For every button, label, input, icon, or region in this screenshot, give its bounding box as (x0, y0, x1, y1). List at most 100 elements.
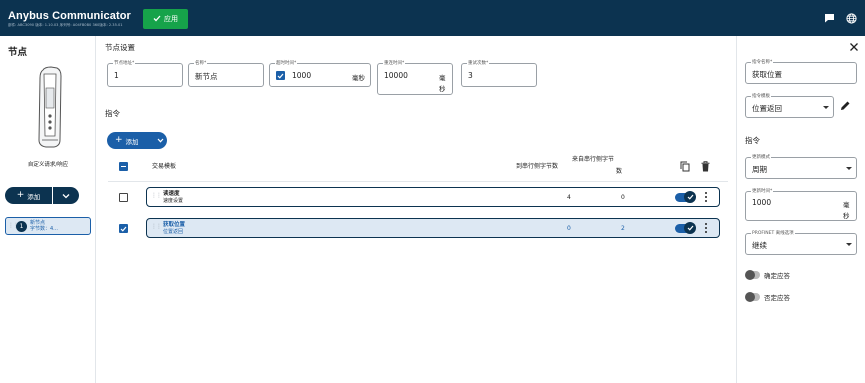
chevron-down-icon (157, 138, 163, 143)
more-options-icon[interactable] (703, 223, 709, 233)
field-unit: 毫 (843, 201, 850, 209)
field-label: 超时时间* (275, 60, 298, 66)
app-title: Anybus Communicator (8, 10, 131, 22)
dropdown-caret-icon (823, 106, 829, 109)
main-panel: 节点设置 节点地址* 1 名称* 新节点 超时时间* 1000 毫秒 重连时间*… (97, 36, 736, 383)
profinet-offline-select[interactable]: PROFINET 离线选项 继续 (745, 230, 857, 255)
dropdown-caret-icon (846, 167, 852, 170)
node-settings-title: 节点设置 (105, 43, 135, 52)
toggle-knob (745, 270, 755, 280)
column-template-header: 交易模板 (152, 163, 177, 170)
node-list-item[interactable]: ⋮⋮ 1 新节点 字节数：4... (5, 217, 91, 235)
apply-button[interactable]: 应用 (143, 9, 188, 29)
add-instruction-dropdown[interactable] (153, 138, 167, 143)
row-enable-toggle[interactable] (675, 222, 696, 234)
add-node-group: + 添加 (5, 187, 79, 204)
drag-handle-icon[interactable]: ⋮⋮ (151, 193, 162, 199)
app-version-info: 部件: ABC3090 版本: 1.10.03 序列号: A04FB0B0 36… (8, 23, 123, 27)
row-enable-toggle[interactable] (675, 191, 696, 203)
instructions-title: 指令 (105, 109, 120, 118)
column-from-serial-header: 来自串行侧字节 (572, 156, 615, 163)
row-template: 速度设置 (163, 198, 184, 204)
retry-count-field[interactable]: 重试次数* 3 (461, 60, 537, 87)
apply-label: 应用 (164, 15, 178, 23)
plus-icon: + (16, 190, 25, 200)
timeout-field[interactable]: 超时时间* 1000 毫秒 (269, 60, 371, 87)
minus-icon (121, 165, 126, 168)
toggle-knob (745, 292, 755, 302)
field-value: 继续 (752, 241, 767, 250)
row-name: 读速度 (163, 191, 180, 197)
more-options-icon[interactable] (703, 192, 709, 202)
table-row-selected[interactable]: ⋮⋮ 获取位置 位置返回 0 2 (146, 218, 720, 238)
row-from-serial: 0 (621, 194, 625, 201)
field-label: 指令模板 (751, 93, 771, 99)
ack-toggle[interactable] (745, 270, 760, 280)
divider (108, 181, 728, 182)
instruction-template-select[interactable]: 指令模板 位置返回 (745, 93, 834, 118)
field-value: 1 (114, 71, 119, 80)
field-value: 3 (468, 71, 473, 80)
node-address-field[interactable]: 节点地址* 1 (107, 60, 183, 87)
row-from-serial: 2 (621, 225, 625, 232)
nodes-title: 节点 (8, 47, 28, 58)
field-unit: 毫秒 (352, 74, 365, 82)
column-from-serial-header-2: 数 (616, 168, 623, 175)
field-value: 1000 (752, 198, 772, 207)
node-detail: 字节数：4... (30, 226, 58, 232)
edit-pencil-icon[interactable] (839, 100, 853, 114)
field-label: PROFINET 离线选项 (751, 230, 795, 236)
device-illustration (33, 66, 65, 148)
close-icon[interactable] (849, 42, 859, 52)
field-label: 节点地址* (113, 60, 136, 66)
nack-toggle[interactable] (745, 292, 760, 302)
field-label: 重试次数* (467, 60, 490, 66)
add-instruction-label: 添加 (125, 137, 139, 146)
row-checkbox[interactable] (119, 224, 128, 233)
field-value: 1000 (292, 71, 312, 80)
row-checkbox[interactable] (119, 193, 128, 202)
nodes-panel: 节点 自定义请求/响应 + 添加 ⋮⋮ 1 新节点 字节数：4... (0, 36, 96, 383)
app-header: Anybus Communicator 部件: ABC3090 版本: 1.10… (0, 0, 865, 36)
field-label: 重连时间* (383, 60, 406, 66)
device-label: 自定义请求/响应 (27, 162, 69, 168)
drag-handle-icon[interactable]: ⋮⋮ (151, 224, 162, 230)
chevron-down-icon (62, 193, 70, 198)
toggle-knob (684, 222, 696, 234)
update-mode-select[interactable]: 更新模式 周期 (745, 154, 857, 179)
timeout-checkbox[interactable] (276, 71, 285, 80)
field-value: 位置返回 (752, 104, 782, 113)
globe-icon[interactable] (845, 12, 857, 24)
copy-icon[interactable] (680, 161, 690, 174)
table-row[interactable]: ⋮⋮ 读速度 速度设置 4 0 (146, 187, 720, 207)
add-node-button[interactable]: + 添加 (5, 187, 52, 204)
reconnect-time-field[interactable]: 重连时间* 10000 毫 秒 (377, 60, 453, 95)
add-node-label: 添加 (27, 192, 41, 201)
node-name-field[interactable]: 名称* 新节点 (188, 60, 264, 87)
chat-icon[interactable] (823, 12, 835, 24)
instruction-name-field[interactable]: 指令名称* 获取位置 (745, 59, 857, 84)
field-label: 指令名称* (751, 59, 774, 65)
add-node-dropdown[interactable] (53, 187, 79, 204)
check-icon (277, 73, 284, 79)
row-to-serial: 4 (567, 194, 571, 201)
row-template: 位置返回 (163, 229, 184, 235)
field-label: 更新模式 (751, 154, 771, 160)
field-unit: 秒 (439, 85, 446, 93)
update-time-field[interactable]: 更新时间* 1000 毫 秒 (745, 188, 857, 221)
check-icon (687, 225, 693, 231)
trash-icon[interactable] (701, 161, 710, 174)
add-instruction-main[interactable]: + 添加 (115, 136, 153, 146)
plus-icon: + (115, 135, 123, 145)
field-unit: 秒 (843, 212, 850, 220)
toggle-knob (684, 191, 696, 203)
field-label: 名称* (194, 60, 208, 66)
instruction-detail-panel: 指令名称* 获取位置 指令模板 位置返回 指令 更新模式 周期 更新时间* 10… (736, 36, 865, 383)
row-to-serial: 0 (567, 225, 571, 232)
add-instruction-button[interactable]: + 添加 (107, 132, 167, 149)
field-unit: 毫 (439, 74, 446, 82)
field-value: 10000 (384, 71, 408, 80)
drag-handle-icon[interactable]: ⋮⋮ (8, 223, 19, 229)
select-all-checkbox[interactable] (119, 162, 128, 171)
nack-label: 否定应答 (764, 294, 790, 302)
